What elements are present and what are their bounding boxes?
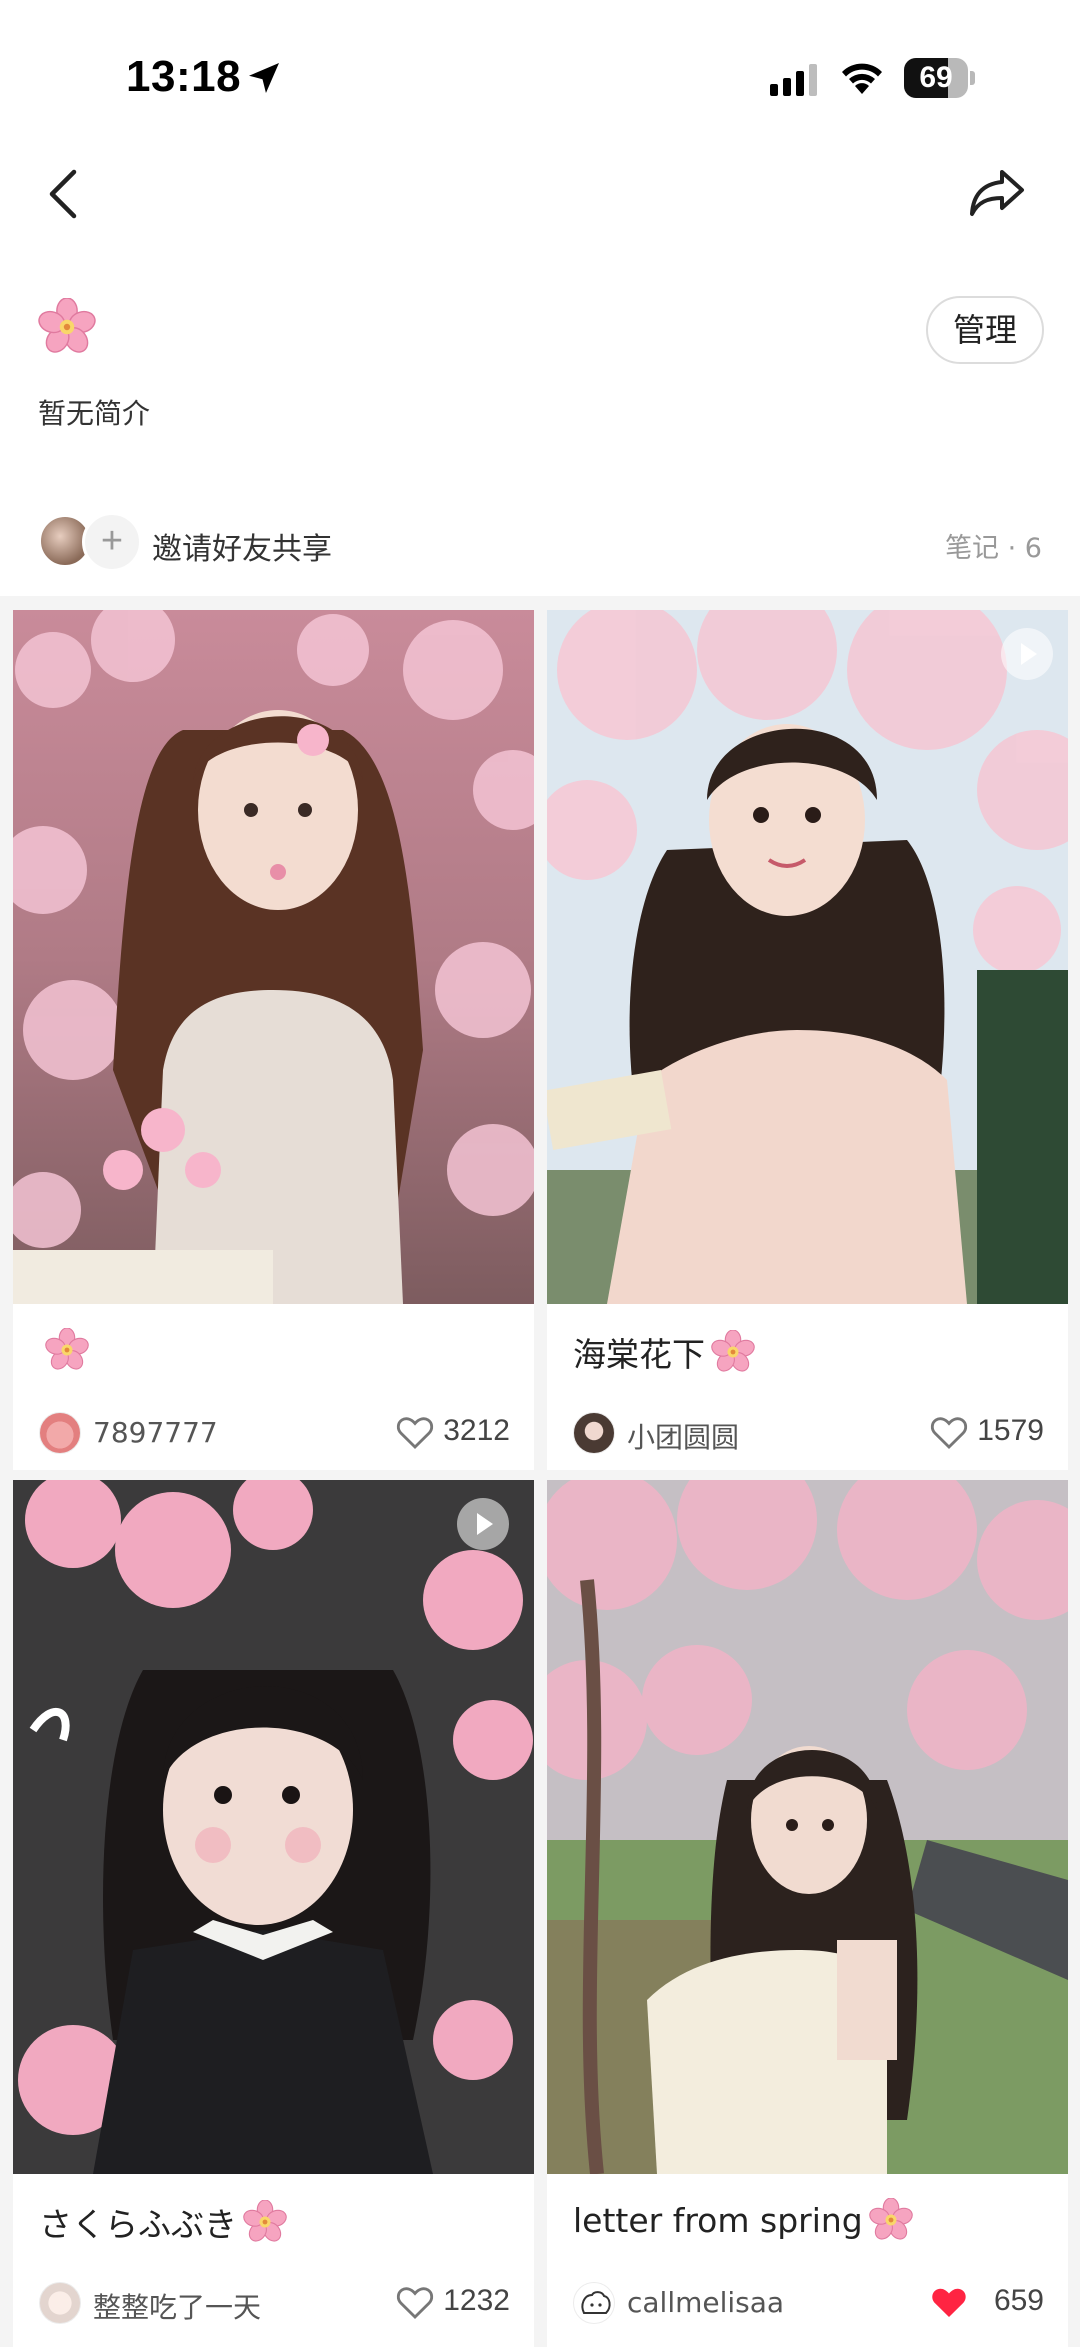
- author-avatar[interactable]: [573, 2282, 615, 2324]
- back-chevron-icon[interactable]: [44, 166, 84, 222]
- heart-outline-icon[interactable]: [396, 2284, 434, 2320]
- note-card[interactable]: 7897777 3212: [13, 610, 534, 1470]
- like-count: 659: [993, 2284, 1044, 2317]
- note-cover-image[interactable]: [547, 610, 1068, 1304]
- like-count: 1579: [977, 1414, 1044, 1447]
- cherry-blossom-icon: [869, 2198, 913, 2242]
- note-cover-image[interactable]: [547, 1480, 1068, 2174]
- note-title-text: さくらふぶき: [39, 2205, 237, 2244]
- add-collaborator-icon[interactable]: +: [82, 512, 142, 572]
- note-title-text: 海棠花下: [573, 1335, 705, 1374]
- cherry-blossom-icon: [45, 1328, 89, 1372]
- like-count: 1232: [443, 2284, 510, 2317]
- author-name[interactable]: callmelisaa: [627, 2286, 784, 2319]
- note-count: 笔记 · 6: [945, 533, 1042, 564]
- author-name[interactable]: 小团圆圆: [627, 1416, 739, 1456]
- note-card[interactable]: 海棠花下 小团圆圆 1579: [547, 610, 1068, 1470]
- author-name[interactable]: 整整吃了一天: [93, 2286, 261, 2326]
- note-title[interactable]: 海棠花下: [573, 1328, 755, 1376]
- cellular-signal-icon: [770, 64, 817, 96]
- author-name[interactable]: 7897777: [93, 1416, 218, 1449]
- wifi-icon: [842, 63, 882, 94]
- author-avatar[interactable]: [39, 2282, 81, 2324]
- note-card[interactable]: さくらふぶき 整整吃了一天 1232: [13, 1480, 534, 2347]
- manage-button[interactable]: 管理: [926, 296, 1044, 364]
- invite-friends-label[interactable]: 邀请好友共享: [152, 524, 332, 568]
- collaborators-row[interactable]: + 邀请好友共享 笔记 · 6: [38, 512, 1042, 572]
- note-title[interactable]: さくらふぶき: [39, 2198, 287, 2246]
- note-title-text: letter from spring: [573, 2200, 863, 2240]
- note-card[interactable]: letter from spring callmelisaa 659: [547, 1480, 1068, 2347]
- cherry-blossom-icon: [243, 2200, 287, 2244]
- author-avatar[interactable]: [573, 1412, 615, 1454]
- share-arrow-icon[interactable]: [968, 164, 1026, 220]
- video-play-icon: [457, 1498, 509, 1550]
- note-cover-image[interactable]: [13, 610, 534, 1304]
- author-avatar[interactable]: [39, 1412, 81, 1454]
- status-time: 13:18: [126, 52, 242, 101]
- note-cover-image[interactable]: [13, 1480, 534, 2174]
- heart-outline-icon[interactable]: [930, 1414, 968, 1450]
- heart-outline-icon[interactable]: [396, 1414, 434, 1450]
- heart-filled-icon[interactable]: [930, 2284, 968, 2320]
- video-play-icon: [1001, 628, 1053, 680]
- note-title[interactable]: letter from spring: [573, 2198, 913, 2242]
- cherry-blossom-icon: [711, 1330, 755, 1374]
- location-arrow-icon: [249, 63, 279, 93]
- battery-icon: 69: [904, 58, 976, 98]
- battery-level: 69: [919, 61, 953, 94]
- status-bar: 13:18 69: [0, 0, 1080, 150]
- cherry-blossom-icon: [38, 298, 96, 356]
- board-intro: 暂无简介: [38, 397, 151, 430]
- note-title[interactable]: [39, 1328, 89, 1372]
- like-count: 3212: [443, 1414, 510, 1447]
